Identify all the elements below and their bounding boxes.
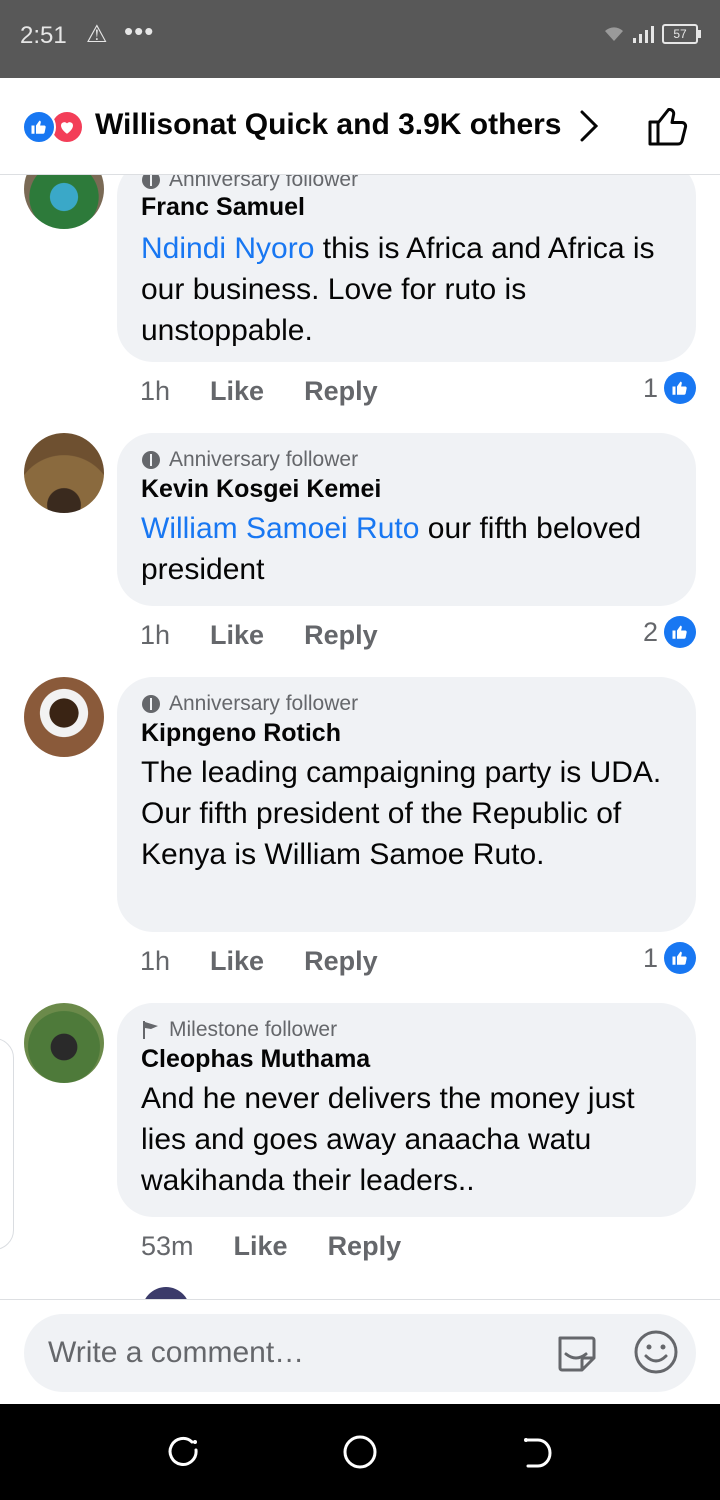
chevron-right-icon[interactable] xyxy=(576,108,602,144)
comment-actions: 1h Like Reply xyxy=(140,615,378,655)
reply-button[interactable]: Reply xyxy=(304,946,378,977)
mention-link[interactable]: Ndindi Nyoro xyxy=(141,232,314,265)
like-icon xyxy=(664,616,696,648)
like-icon xyxy=(664,372,696,404)
home-icon[interactable] xyxy=(342,1434,378,1470)
reactions-summary[interactable]: Willisonat Quick and 3.9K others xyxy=(95,108,562,142)
comment-actions: 1h Like Reply xyxy=(140,941,378,981)
follower-badge: Anniversary follower xyxy=(141,447,672,473)
comment-time: 1h xyxy=(140,945,171,976)
comment-actions: 53m Like Reply xyxy=(141,1226,401,1266)
comment-text: And he never delivers the money just lie… xyxy=(141,1082,635,1197)
like-button[interactable]: Like xyxy=(210,620,264,651)
follower-badge: Milestone follower xyxy=(141,1017,672,1043)
like-count: 2 xyxy=(642,616,658,647)
comment-time: 53m xyxy=(141,1230,194,1261)
like-count: 1 xyxy=(642,372,658,403)
comment-placeholder: Write a comment… xyxy=(48,1336,305,1369)
sticker-icon[interactable] xyxy=(552,1328,600,1376)
follower-badge: Anniversary follower xyxy=(141,691,672,717)
like-count: 1 xyxy=(642,942,658,973)
comment-text: The leading campaigning party is UDA. Ou… xyxy=(141,756,662,871)
comment-like-count[interactable]: 1 xyxy=(643,368,696,408)
like-post-icon[interactable] xyxy=(644,102,692,150)
like-button[interactable]: Like xyxy=(210,376,264,407)
mention-link[interactable]: William Samoei Ruto xyxy=(141,512,419,545)
comment-text: William Samoei Ruto our fifth beloved pr… xyxy=(141,508,672,590)
like-reaction-icon xyxy=(22,110,56,144)
comment-composer: Write a comment… xyxy=(0,1299,720,1405)
reply-button[interactable]: Reply xyxy=(328,1231,402,1262)
warning-icon: ⚠ xyxy=(86,21,108,48)
back-icon[interactable] xyxy=(520,1436,554,1470)
badge-icon xyxy=(142,695,160,713)
comment-author[interactable]: Cleophas Muthama xyxy=(141,1045,672,1074)
comment-bubble[interactable]: Milestone follower Cleophas Muthama And … xyxy=(117,1003,696,1217)
recent-apps-icon[interactable] xyxy=(168,1436,202,1470)
signal-icon xyxy=(633,25,654,43)
comment-author[interactable]: Kevin Kosgei Kemei xyxy=(141,475,672,504)
like-button[interactable]: Like xyxy=(210,946,264,977)
comment-author[interactable]: Franc Samuel xyxy=(141,193,305,222)
flag-icon xyxy=(143,1021,158,1039)
avatar[interactable] xyxy=(24,433,104,513)
comment-like-count[interactable]: 2 xyxy=(643,612,696,652)
floating-panel-edge[interactable] xyxy=(0,1038,14,1250)
like-icon xyxy=(664,942,696,974)
battery-level: 57 xyxy=(673,27,687,41)
reaction-icons xyxy=(22,110,86,144)
badge-icon xyxy=(142,451,160,469)
comment-time: 1h xyxy=(140,619,171,650)
avatar[interactable] xyxy=(24,677,104,757)
badge-label: Anniversary follower xyxy=(169,692,359,715)
badge-label: Anniversary follower xyxy=(169,448,359,471)
comment-bubble[interactable]: Anniversary follower Kevin Kosgei Kemei … xyxy=(117,433,696,606)
badge-label: Milestone follower xyxy=(169,1018,338,1041)
reply-button[interactable]: Reply xyxy=(304,620,378,651)
comment-bubble[interactable]: Anniversary follower Kipngeno Rotich The… xyxy=(117,677,696,932)
reactions-header[interactable]: Willisonat Quick and 3.9K others xyxy=(0,78,720,175)
more-notifications-icon: ••• xyxy=(124,16,155,46)
comment-time: 1h xyxy=(140,375,171,406)
status-time: 2:51 xyxy=(20,22,67,49)
comment-like-count[interactable]: 1 xyxy=(643,938,696,978)
comment-text: Ndindi Nyoro this is Africa and Africa i… xyxy=(141,228,681,351)
status-bar: 2:51 ⚠ ••• 57 xyxy=(0,0,720,78)
wifi-icon xyxy=(605,27,623,41)
emoji-icon[interactable] xyxy=(632,1328,680,1376)
comment-actions: 1h Like Reply xyxy=(140,371,378,411)
battery-icon: 57 xyxy=(662,24,701,44)
like-button[interactable]: Like xyxy=(234,1231,288,1262)
reply-button[interactable]: Reply xyxy=(304,376,378,407)
avatar[interactable] xyxy=(24,1003,104,1083)
comment-author[interactable]: Kipngeno Rotich xyxy=(141,719,672,748)
